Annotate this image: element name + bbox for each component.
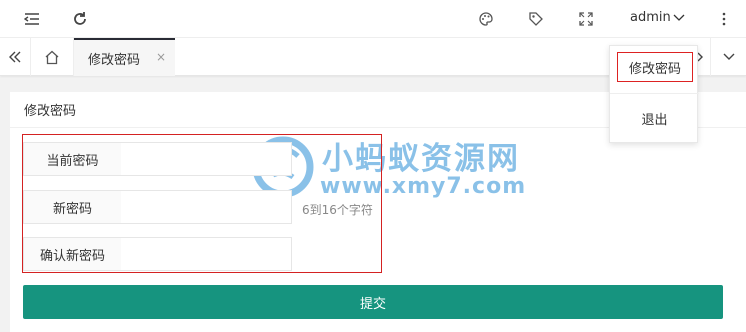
menu-item-change-password[interactable]: 修改密码 [610, 52, 699, 82]
tabs-scroll-left-button[interactable] [0, 38, 31, 76]
username: admin [630, 10, 671, 25]
current-password-label: 当前密码 [23, 142, 122, 176]
menu-item-logout[interactable]: 退出 [610, 106, 699, 130]
chevron-down-icon [673, 14, 685, 21]
confirm-password-row: 确认新密码 [23, 237, 293, 271]
double-chevron-left-icon [9, 51, 21, 63]
menu-divider [610, 93, 699, 94]
tab-close-icon[interactable]: × [156, 51, 166, 63]
fullscreen-icon[interactable] [576, 9, 596, 29]
home-icon [45, 50, 59, 64]
submit-button[interactable]: 提交 [23, 285, 723, 319]
user-menu[interactable]: admin [630, 10, 685, 25]
more-vertical-icon[interactable] [714, 9, 734, 29]
top-header: admin [0, 0, 746, 38]
refresh-icon[interactable] [70, 9, 90, 29]
palette-icon[interactable] [476, 9, 496, 29]
new-password-hint: 6到16个字符 [302, 203, 373, 217]
menu-fold-icon[interactable] [22, 9, 42, 29]
new-password-label: 新密码 [23, 190, 122, 224]
tag-icon[interactable] [526, 9, 546, 29]
menu-item-label: 修改密码 [617, 52, 693, 82]
user-dropdown-menu: 修改密码 退出 [609, 45, 699, 143]
tab-home[interactable] [31, 38, 74, 76]
chevron-down-icon [723, 53, 734, 60]
confirm-password-input[interactable] [121, 237, 292, 271]
new-password-input[interactable] [121, 190, 292, 224]
confirm-password-label: 确认新密码 [23, 237, 122, 271]
tab-label: 修改密码 [88, 52, 141, 68]
current-password-row: 当前密码 [23, 142, 293, 176]
tabs-dropdown-button[interactable] [710, 38, 746, 76]
new-password-row: 新密码 [23, 190, 293, 224]
current-password-input[interactable] [121, 142, 292, 176]
